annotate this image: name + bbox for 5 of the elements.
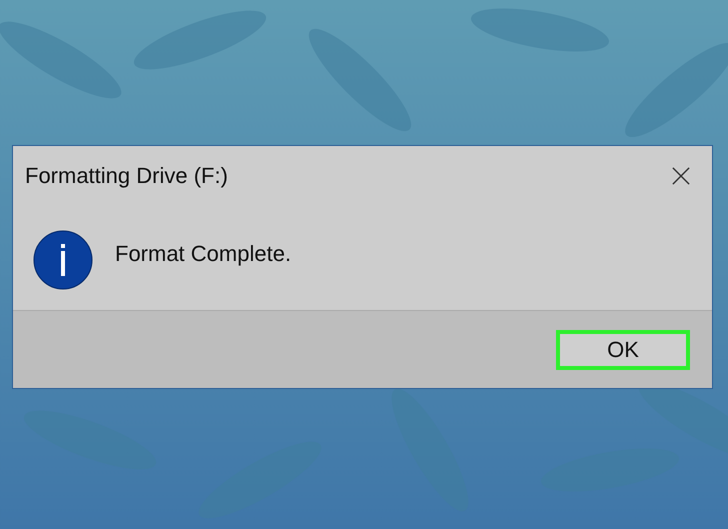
window-title: Formatting Drive (F:): [25, 163, 228, 189]
message-text: Format Complete.: [115, 241, 292, 267]
ok-button[interactable]: OK: [556, 330, 690, 370]
info-icon: [33, 230, 93, 290]
close-icon[interactable]: [672, 167, 690, 185]
